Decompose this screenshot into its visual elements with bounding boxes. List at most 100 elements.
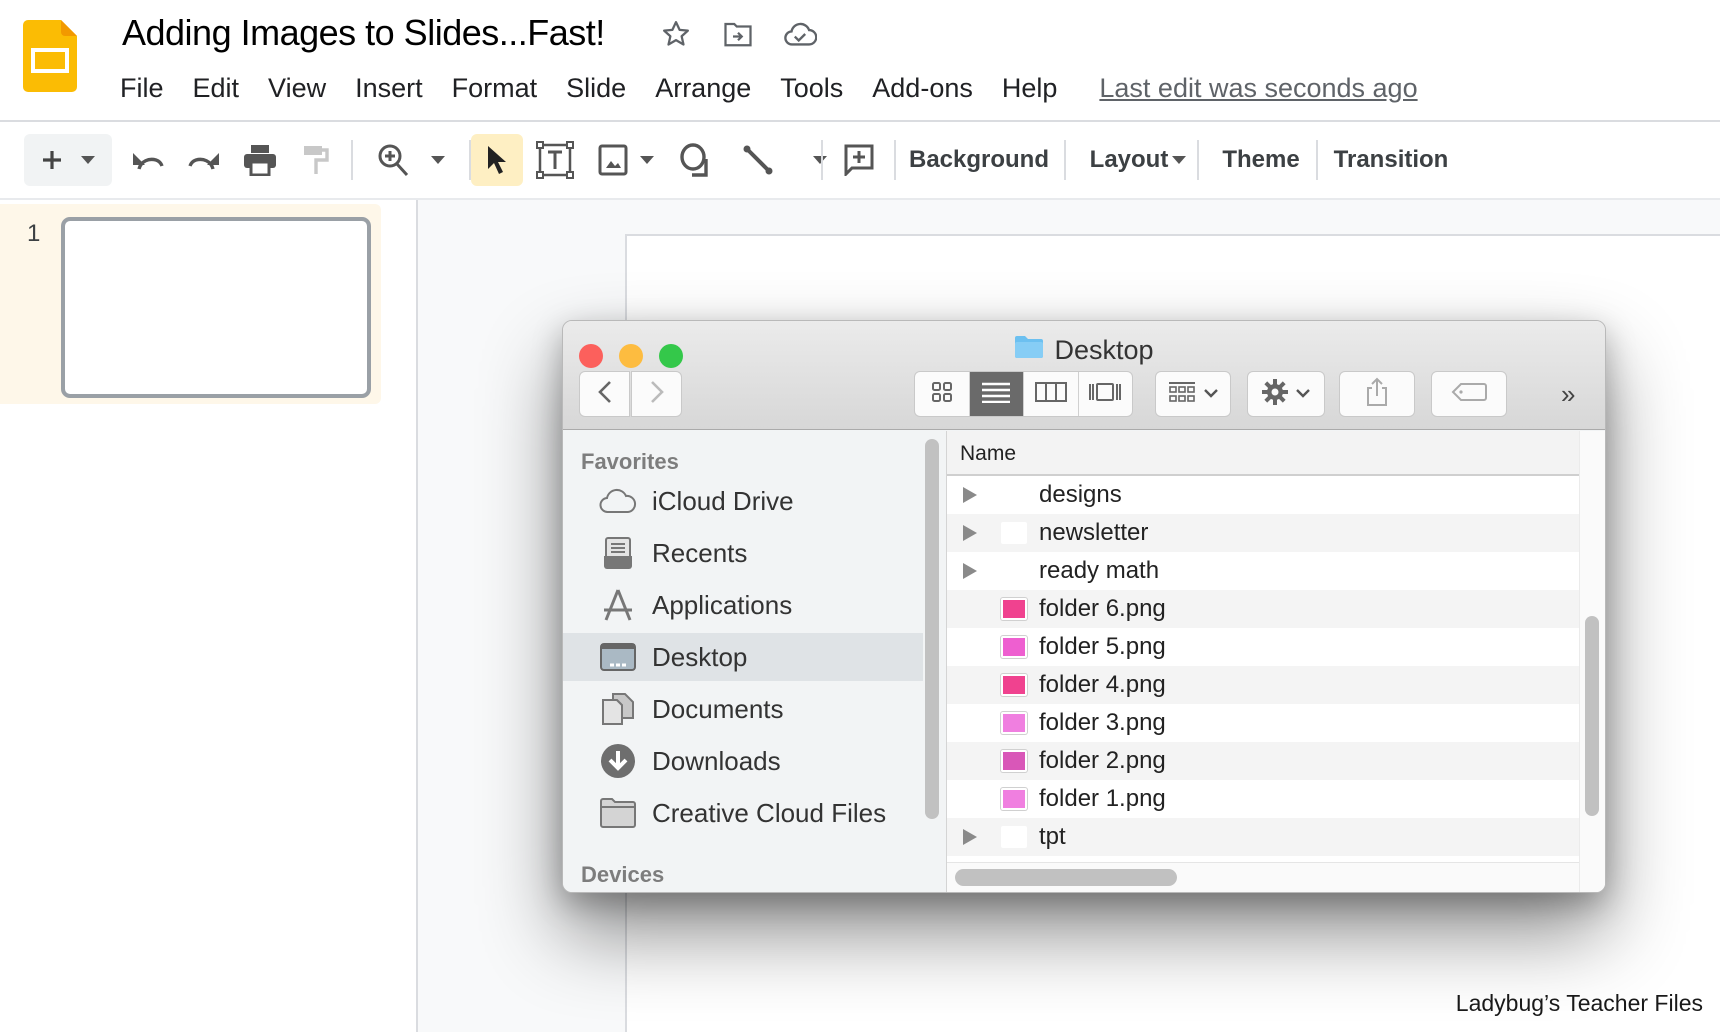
- disclosure-triangle-icon[interactable]: [963, 829, 977, 845]
- folder-icon: [1014, 335, 1044, 366]
- sidebar-item-documents[interactable]: Documents: [563, 685, 923, 733]
- layout-dropdown-icon: [1172, 156, 1187, 164]
- vertical-scrollbar[interactable]: [1585, 616, 1599, 816]
- insert-image-button[interactable]: [590, 134, 662, 186]
- more-toolbar-button[interactable]: »: [1561, 379, 1575, 410]
- chevron-left-icon: [597, 380, 612, 409]
- zoom-dropdown-icon[interactable]: [431, 156, 445, 164]
- new-slide-button[interactable]: [24, 134, 112, 186]
- new-slide-icon: [41, 149, 63, 171]
- sidebar-item-label: Documents: [652, 693, 784, 724]
- tag-icon: [1451, 382, 1487, 407]
- file-name: folder 5.png: [1039, 633, 1166, 660]
- redo-button[interactable]: [182, 134, 226, 186]
- share-button[interactable]: [1339, 371, 1415, 417]
- chevron-right-icon: [650, 380, 664, 409]
- menu-help[interactable]: Help: [1002, 73, 1058, 104]
- file-row[interactable]: folder 4.png: [947, 666, 1579, 704]
- slides-logo[interactable]: [23, 20, 77, 92]
- layout-button[interactable]: Layout: [1074, 134, 1202, 186]
- zoom-button[interactable]: [366, 134, 456, 186]
- star-icon[interactable]: [658, 16, 694, 52]
- finder-titlebar[interactable]: Desktop »: [563, 321, 1605, 430]
- group-by-button[interactable]: [1155, 371, 1231, 417]
- list-view-button[interactable]: [969, 372, 1024, 416]
- select-tool-button[interactable]: [471, 134, 523, 186]
- sidebar-item-icloud-drive[interactable]: iCloud Drive: [563, 477, 923, 525]
- file-row[interactable]: folder 2.png: [947, 742, 1579, 780]
- action-button[interactable]: [1247, 371, 1325, 417]
- toolbar-divider: [1316, 140, 1318, 180]
- file-row[interactable]: folder 5.png: [947, 628, 1579, 666]
- sidebar-item-recents[interactable]: Recents: [563, 529, 923, 577]
- transition-button[interactable]: Transition: [1326, 134, 1456, 186]
- filmstrip: 1: [0, 200, 417, 1032]
- group-icon: [1168, 381, 1196, 408]
- text-box-icon: [536, 141, 574, 179]
- filmstrip-slide-1[interactable]: 1: [0, 204, 381, 404]
- menu-format[interactable]: Format: [452, 73, 538, 104]
- line-button[interactable]: [730, 134, 840, 186]
- undo-button[interactable]: [126, 134, 170, 186]
- disclosure-triangle-icon[interactable]: [963, 525, 977, 541]
- sidebar-item-label: Recents: [652, 537, 748, 568]
- file-row[interactable]: folder 3.png: [947, 704, 1579, 742]
- add-comment-button[interactable]: [836, 134, 882, 186]
- file-row[interactable]: tpt: [947, 818, 1579, 856]
- file-row[interactable]: designs: [947, 476, 1579, 514]
- chevron-down-icon: [1296, 385, 1310, 403]
- folder-icon: [1001, 522, 1027, 544]
- sidebar-item-creative-cloud-files[interactable]: Creative Cloud Files: [563, 789, 923, 837]
- text-box-button[interactable]: [532, 134, 578, 186]
- menu-slide[interactable]: Slide: [566, 73, 626, 104]
- menu-view[interactable]: View: [268, 73, 326, 104]
- image-dropdown-icon[interactable]: [640, 156, 654, 164]
- disclosure-triangle-icon[interactable]: [963, 563, 977, 579]
- file-row[interactable]: folder 6.png: [947, 590, 1579, 628]
- gear-icon: [1262, 378, 1288, 410]
- print-button[interactable]: [238, 134, 282, 186]
- shape-button[interactable]: [674, 134, 720, 186]
- gallery-view-button[interactable]: [1079, 372, 1133, 416]
- gallery-view-icon: [1087, 381, 1123, 408]
- sidebar-item-applications[interactable]: Applications: [563, 581, 923, 629]
- file-row[interactable]: ready math: [947, 552, 1579, 590]
- disclosure-triangle-icon[interactable]: [963, 487, 977, 503]
- sidebar-item-label: Downloads: [652, 745, 781, 776]
- file-name: ready math: [1039, 557, 1160, 584]
- menu-file[interactable]: File: [120, 73, 164, 104]
- new-slide-dropdown-icon[interactable]: [81, 156, 95, 164]
- paint-format-button[interactable]: [294, 134, 338, 186]
- background-button[interactable]: Background: [904, 134, 1054, 186]
- print-icon: [243, 144, 277, 176]
- theme-button[interactable]: Theme: [1207, 134, 1315, 186]
- document-title[interactable]: Adding Images to Slides...Fast!: [122, 12, 605, 54]
- line-dropdown-icon[interactable]: [813, 156, 827, 164]
- menu-insert[interactable]: Insert: [355, 73, 423, 104]
- menu-tools[interactable]: Tools: [780, 73, 843, 104]
- slide-thumbnail[interactable]: [61, 217, 371, 398]
- column-header-name[interactable]: Name: [947, 431, 1579, 476]
- chevron-down-icon: [1204, 385, 1218, 403]
- horizontal-scrollbar[interactable]: [955, 869, 1177, 886]
- column-view-button[interactable]: [1024, 372, 1079, 416]
- share-icon: [1366, 377, 1388, 412]
- toolbar: Background Layout Theme Transition: [24, 134, 1720, 186]
- sidebar-scrollbar[interactable]: [925, 439, 939, 819]
- move-to-folder-icon[interactable]: [720, 16, 756, 52]
- file-row[interactable]: folder 1.png: [947, 780, 1579, 818]
- cloud-saved-icon[interactable]: [782, 16, 818, 52]
- menu-edit[interactable]: Edit: [193, 73, 240, 104]
- sidebar-item-desktop[interactable]: Desktop: [563, 633, 923, 681]
- file-row[interactable]: newsletter: [947, 514, 1579, 552]
- menu-add-ons[interactable]: Add-ons: [872, 73, 973, 104]
- toolbar-divider: [821, 140, 823, 180]
- sidebar-item-downloads[interactable]: Downloads: [563, 737, 923, 785]
- last-edit-link[interactable]: Last edit was seconds ago: [1099, 73, 1417, 104]
- icon-view-button[interactable]: [915, 372, 970, 416]
- back-button[interactable]: [579, 371, 630, 417]
- tags-button[interactable]: [1431, 371, 1507, 417]
- forward-button[interactable]: [631, 371, 682, 417]
- slide-number: 1: [27, 220, 41, 247]
- menu-arrange[interactable]: Arrange: [655, 73, 751, 104]
